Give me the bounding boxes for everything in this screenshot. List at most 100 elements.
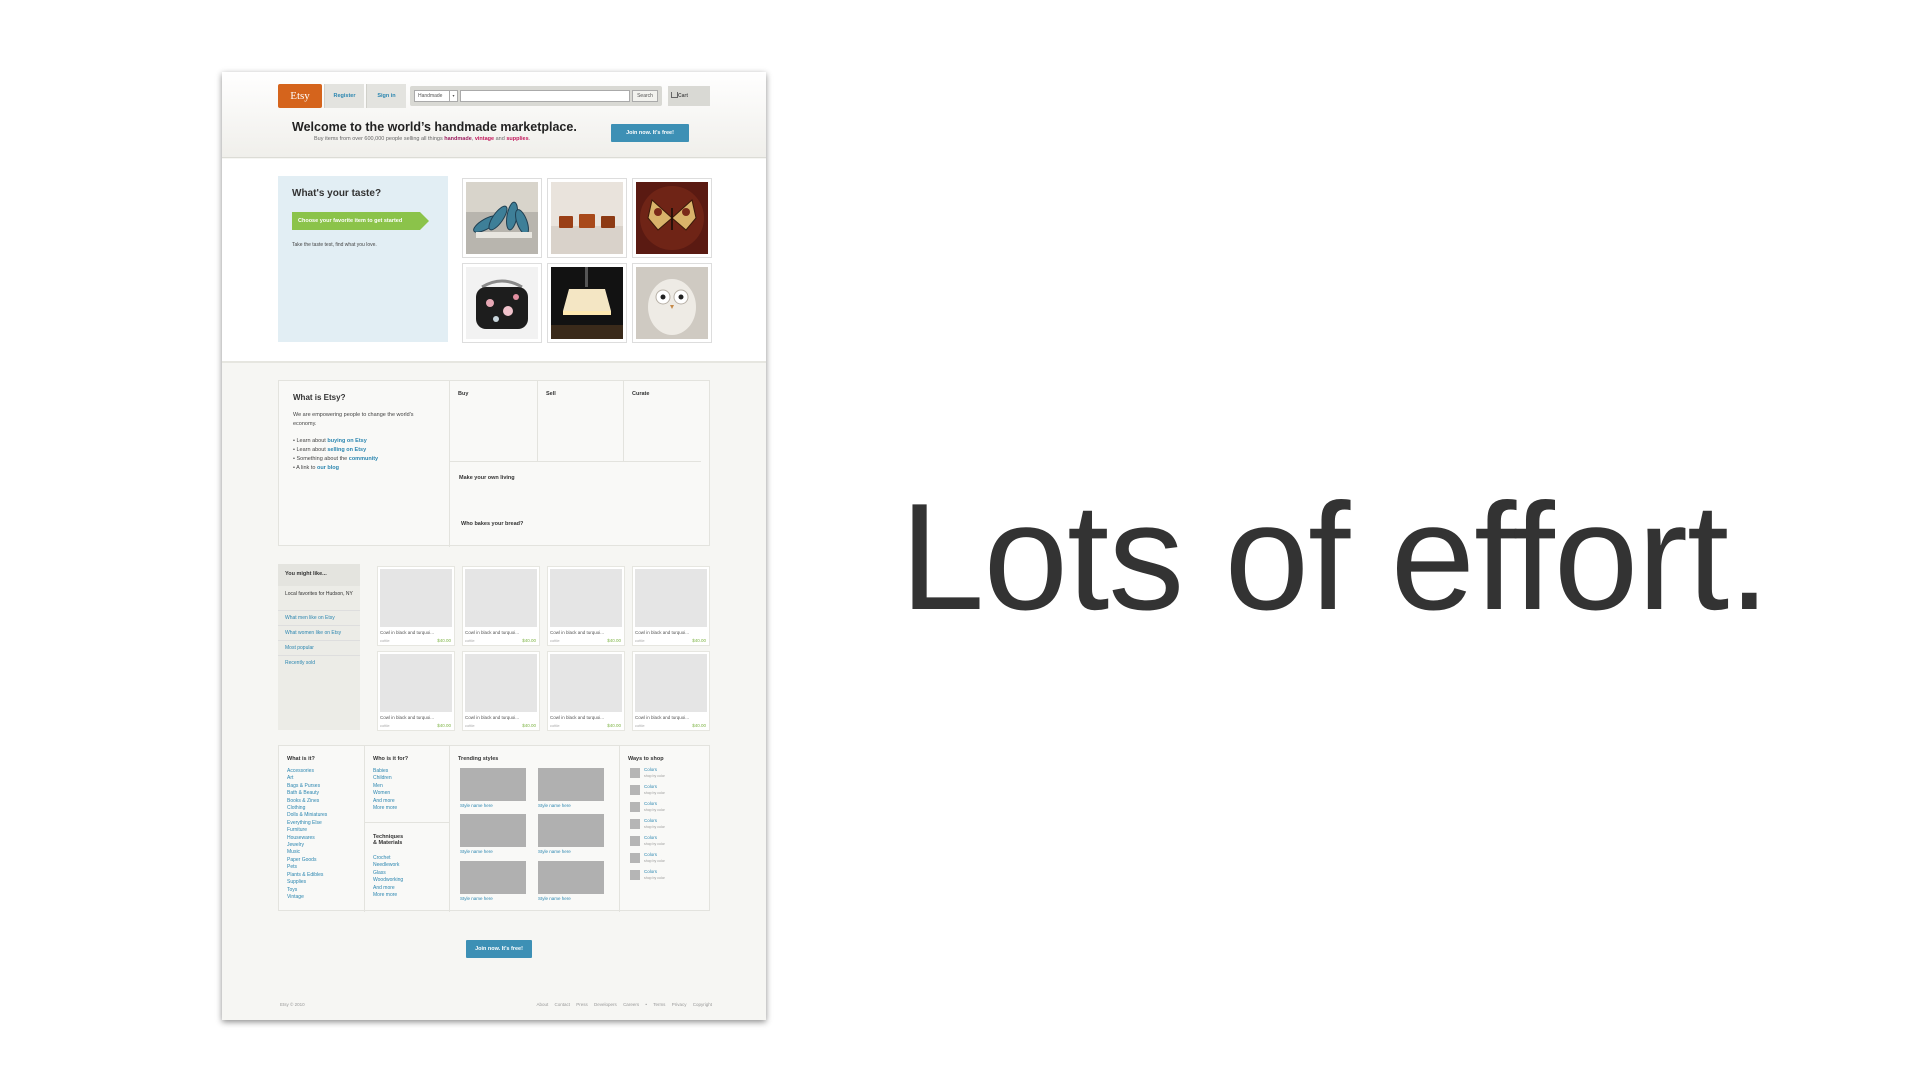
vintage-link[interactable]: vintage	[475, 136, 494, 142]
product-card[interactable]: Cowl in black and turquoi... cottle $40.00	[377, 651, 455, 731]
sidebar-item-recently-sold[interactable]: Recently sold	[278, 655, 360, 670]
sign-in-tab[interactable]: Sign in	[366, 84, 406, 108]
sidebar-item-most-popular[interactable]: Most popular	[278, 640, 360, 655]
technique-link[interactable]: Woodworking	[373, 877, 403, 884]
footer-link-copyright[interactable]: Copyright	[693, 1002, 712, 1007]
taste-item-3[interactable]	[632, 178, 712, 258]
cart-button[interactable]: Cart	[668, 86, 710, 106]
category-link[interactable]: Furniture	[287, 827, 327, 834]
trending-style-thumb[interactable]	[538, 861, 604, 894]
way-title[interactable]: Colors	[644, 801, 657, 806]
technique-link[interactable]: Needlework	[373, 862, 403, 869]
category-link[interactable]: Clothing	[287, 805, 327, 812]
taste-item-2[interactable]	[547, 178, 627, 258]
trending-style-thumb[interactable]	[538, 814, 604, 847]
footer-link-press[interactable]: Press	[576, 1002, 588, 1007]
footer-link-privacy[interactable]: Privacy	[672, 1002, 687, 1007]
product-card[interactable]: Cowl in black and turquoi... cottle $40.00	[462, 651, 540, 731]
search-category-select[interactable]: Handmade ▾	[414, 90, 458, 102]
selling-link[interactable]: selling on Etsy	[327, 447, 366, 453]
category-link[interactable]: Bags & Purses	[287, 783, 327, 790]
color-swatch[interactable]	[630, 768, 640, 778]
footer-link-about[interactable]: About	[536, 1002, 548, 1007]
technique-link[interactable]: Glass	[373, 870, 403, 877]
audience-link[interactable]: Babies	[373, 768, 397, 775]
technique-link[interactable]: Crochet	[373, 855, 403, 862]
footer-link-contact[interactable]: Contact	[554, 1002, 570, 1007]
audience-link[interactable]: And more	[373, 798, 397, 805]
trending-style-label[interactable]: Style name here	[538, 803, 571, 808]
color-swatch[interactable]	[630, 802, 640, 812]
footer-link-developers[interactable]: Developers	[594, 1002, 617, 1007]
trending-style-thumb[interactable]	[460, 861, 526, 894]
category-link[interactable]: Books & Zines	[287, 798, 327, 805]
color-swatch[interactable]	[630, 819, 640, 829]
color-swatch[interactable]	[630, 870, 640, 880]
way-title[interactable]: Colors	[644, 784, 657, 789]
taste-item-6[interactable]	[632, 263, 712, 343]
handmade-link[interactable]: handmade	[444, 136, 472, 142]
category-link[interactable]: Paper Goods	[287, 857, 327, 864]
product-card[interactable]: Cowl in black and turquoi... cottle $40.00	[377, 566, 455, 646]
category-link[interactable]: Supplies	[287, 879, 327, 886]
search-button[interactable]: Search	[632, 90, 658, 102]
audience-link[interactable]: Women	[373, 790, 397, 797]
way-title[interactable]: Colors	[644, 852, 657, 857]
product-card[interactable]: Cowl in black and turquoi... cottle $40.00	[632, 651, 710, 731]
footer-link-terms[interactable]: Terms	[653, 1002, 665, 1007]
category-link[interactable]: Dolls & Miniatures	[287, 812, 327, 819]
category-link[interactable]: Music	[287, 849, 327, 856]
trending-style-thumb[interactable]	[538, 768, 604, 801]
color-swatch[interactable]	[630, 836, 640, 846]
trending-style-thumb[interactable]	[460, 768, 526, 801]
footer-link-careers[interactable]: Careers	[623, 1002, 639, 1007]
product-card[interactable]: Cowl in black and turquoi... cottle $40.00	[547, 566, 625, 646]
trending-style-label[interactable]: Style name here	[460, 896, 493, 901]
buying-link[interactable]: buying on Etsy	[327, 438, 366, 444]
sidebar-item-women[interactable]: What women like on Etsy	[278, 625, 360, 640]
audience-link[interactable]: Children	[373, 775, 397, 782]
community-link[interactable]: community	[349, 456, 378, 462]
audience-link[interactable]: Men	[373, 783, 397, 790]
way-title[interactable]: Colors	[644, 835, 657, 840]
trending-style-label[interactable]: Style name here	[460, 803, 493, 808]
category-link[interactable]: Bath & Beauty	[287, 790, 327, 797]
trending-style-label[interactable]: Style name here	[538, 849, 571, 854]
trending-style-label[interactable]: Style name here	[460, 849, 493, 854]
register-tab[interactable]: Register	[324, 84, 364, 108]
trending-style-thumb[interactable]	[460, 814, 526, 847]
blog-link[interactable]: our blog	[317, 465, 339, 471]
supplies-link[interactable]: supplies	[506, 136, 528, 142]
color-swatch[interactable]	[630, 853, 640, 863]
product-card[interactable]: Cowl in black and turquoi... cottle $40.00	[547, 651, 625, 731]
join-button[interactable]: Join now. It's free!	[611, 124, 689, 142]
category-link[interactable]: Housewares	[287, 835, 327, 842]
sidebar-item-men[interactable]: What men like on Etsy	[278, 610, 360, 625]
category-link[interactable]: Vintage	[287, 894, 327, 901]
technique-link[interactable]: More more	[373, 892, 403, 899]
taste-item-1[interactable]	[462, 178, 542, 258]
way-title[interactable]: Colors	[644, 818, 657, 823]
category-link[interactable]: Accessories	[287, 768, 327, 775]
color-swatch[interactable]	[630, 785, 640, 795]
join-button-bottom[interactable]: Join now. It's free!	[466, 940, 532, 958]
etsy-logo[interactable]: Etsy	[278, 84, 322, 108]
category-link[interactable]: Jewelry	[287, 842, 327, 849]
way-title[interactable]: Colors	[644, 869, 657, 874]
taste-item-4[interactable]	[462, 263, 542, 343]
category-link[interactable]: Plants & Edibles	[287, 872, 327, 879]
taste-item-5[interactable]	[547, 263, 627, 343]
product-card[interactable]: Cowl in black and turquoi... cottle $40.00	[462, 566, 540, 646]
category-link[interactable]: Art	[287, 775, 327, 782]
category-link[interactable]: Toys	[287, 887, 327, 894]
way-title[interactable]: Colors	[644, 767, 657, 772]
taste-cta-button[interactable]: Choose your favorite item to get started	[292, 212, 429, 230]
search-input[interactable]	[460, 90, 630, 102]
list-item: Learn about selling on Etsy	[293, 446, 378, 455]
trending-style-label[interactable]: Style name here	[538, 896, 571, 901]
category-link[interactable]: Everything Else	[287, 820, 327, 827]
technique-link[interactable]: And more	[373, 885, 403, 892]
product-card[interactable]: Cowl in black and turquoi... cottle $40.00	[632, 566, 710, 646]
audience-link[interactable]: More more	[373, 805, 397, 812]
category-link[interactable]: Pets	[287, 864, 327, 871]
